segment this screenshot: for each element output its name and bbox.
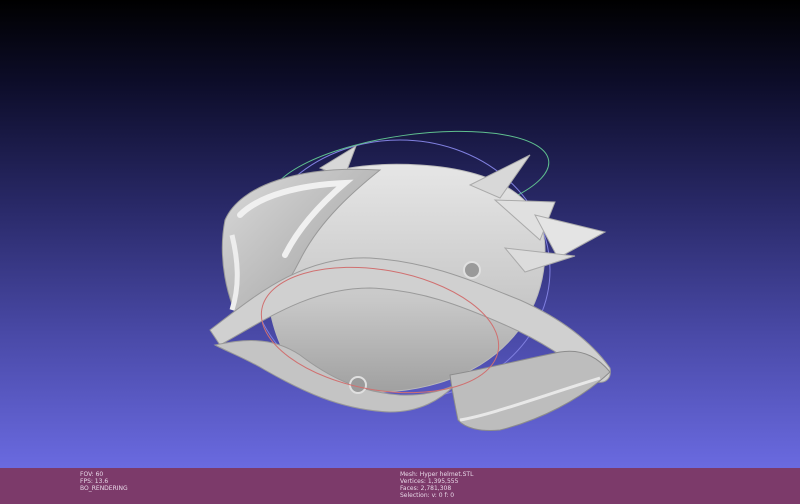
status-selection: Selection: v: 0 f: 0 <box>400 492 455 499</box>
status-fov: FOV: 60 <box>80 471 104 478</box>
status-left-panel: FOV: 60 FPS: 13.6 BO_RENDERING <box>80 471 128 492</box>
status-fps: FPS: 13.6 <box>80 478 109 485</box>
status-rendering: BO_RENDERING <box>80 485 128 492</box>
rivet-hole-1 <box>463 261 481 279</box>
status-faces: Faces: 2,781,308 <box>400 485 452 492</box>
3d-viewport[interactable] <box>0 0 800 468</box>
helmet-model[interactable] <box>0 0 800 468</box>
status-bar: FOV: 60 FPS: 13.6 BO_RENDERING Mesh: Hyp… <box>0 468 800 504</box>
status-vertices: Vertices: 1,395,555 <box>400 478 459 485</box>
status-right-panel: Mesh: Hyper helmet.STL Vertices: 1,395,5… <box>400 471 473 499</box>
status-mesh: Mesh: Hyper helmet.STL <box>400 471 474 478</box>
spike-4 <box>534 214 607 259</box>
